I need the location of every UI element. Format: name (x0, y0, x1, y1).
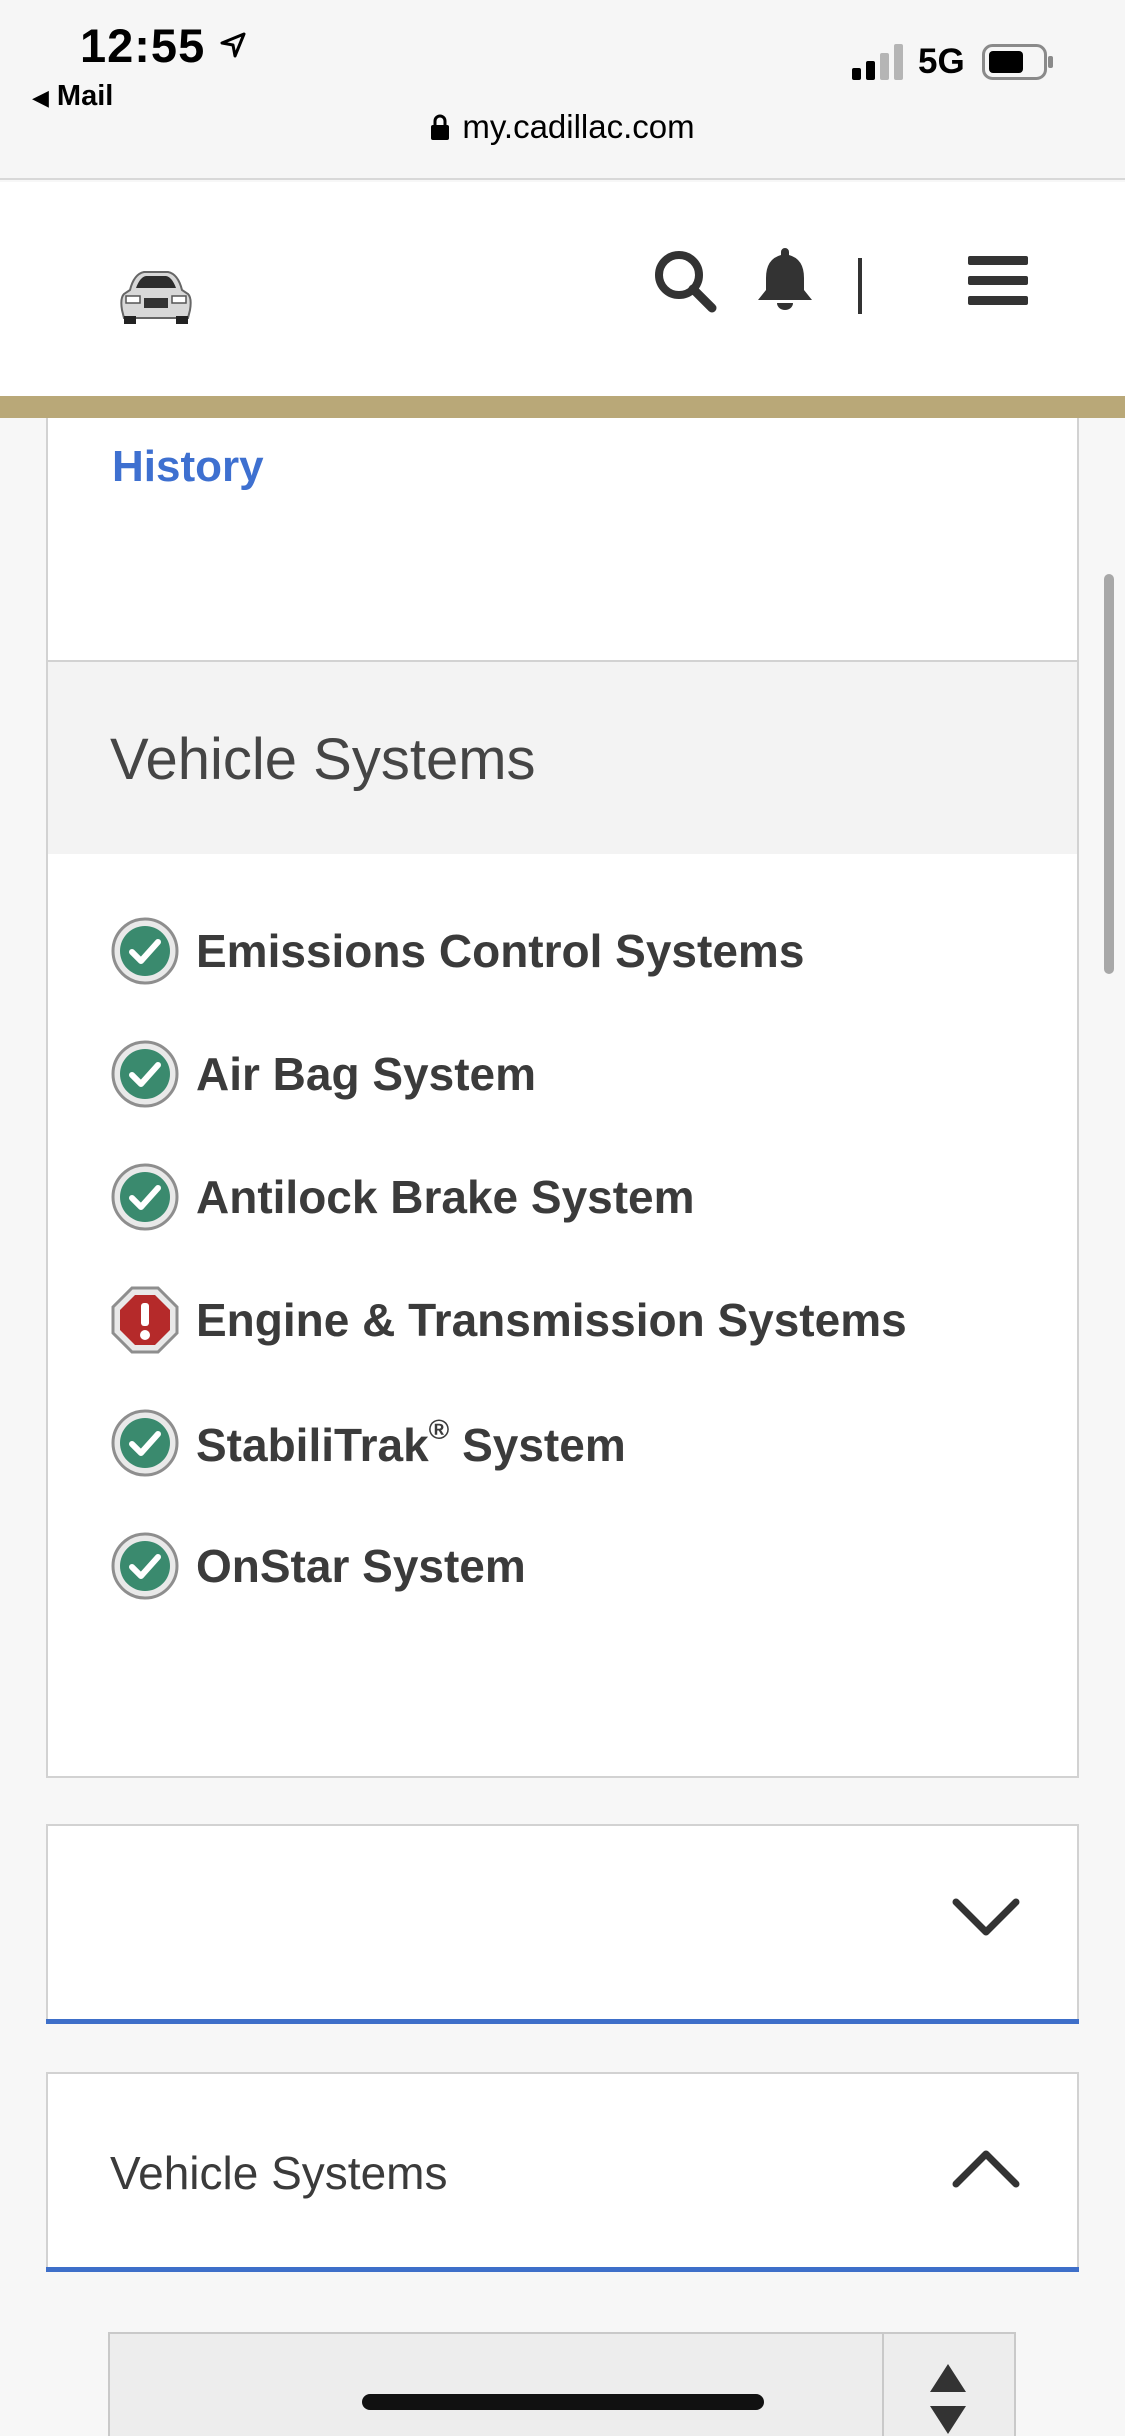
location-arrow-icon (220, 32, 246, 58)
system-label: Emissions Control Systems (196, 925, 805, 977)
system-label-suffix: System (449, 1419, 626, 1471)
check-circle-icon (111, 1532, 179, 1600)
cellular-signal-icon (852, 44, 903, 80)
system-label: Air Bag System (196, 1048, 537, 1100)
collapsed-accordion[interactable] (46, 1824, 1079, 2024)
url-bar[interactable]: my.cadillac.com (0, 108, 1125, 146)
system-label: Antilock Brake System (196, 1171, 695, 1223)
home-indicator[interactable] (362, 2394, 764, 2410)
site-header (0, 182, 1125, 396)
chevron-down-icon[interactable] (952, 1896, 1020, 1938)
url-text: my.cadillac.com (462, 108, 695, 145)
browser-chrome: 12:55 ◀ Mail 5G my.cadillac.com (0, 0, 1125, 180)
system-label: OnStar System (196, 1540, 526, 1592)
page-scrollbar[interactable] (1104, 574, 1114, 974)
header-divider (858, 258, 862, 314)
list-item: Engine & Transmission Systems (110, 1285, 907, 1355)
chevron-up-icon[interactable] (952, 2148, 1020, 2190)
expanded-accordion[interactable]: Vehicle Systems (46, 2072, 1079, 2272)
system-label: StabiliTrak® System (196, 1414, 626, 1472)
network-type: 5G (918, 42, 965, 81)
system-label: Engine & Transmission Systems (196, 1294, 907, 1346)
battery-icon (982, 44, 1053, 80)
search-icon[interactable] (652, 248, 718, 314)
check-circle-icon (111, 917, 179, 985)
system-select[interactable] (108, 2332, 1016, 2436)
history-link[interactable]: History (112, 442, 264, 492)
select-stepper-icon[interactable] (928, 2362, 968, 2436)
hamburger-menu-icon[interactable] (966, 254, 1030, 308)
check-circle-icon (111, 1163, 179, 1231)
system-label-name: StabiliTrak (196, 1419, 429, 1471)
history-card: History (46, 418, 1079, 662)
lock-icon (431, 114, 450, 140)
check-circle-icon (111, 1040, 179, 1108)
list-item: StabiliTrak® System (110, 1408, 626, 1478)
alert-octagon-icon (111, 1286, 179, 1354)
bell-icon[interactable] (756, 246, 814, 310)
expanded-accordion-title: Vehicle Systems (110, 2147, 448, 2199)
list-item: Emissions Control Systems (110, 916, 804, 986)
vehicle-systems-list: Emissions Control Systems Air Bag System… (46, 854, 1079, 1778)
registered-mark: ® (428, 1414, 450, 1445)
list-item: Antilock Brake System (110, 1162, 695, 1232)
accordion-underline (46, 2019, 1079, 2024)
vehicle-systems-title: Vehicle Systems (110, 727, 536, 792)
vehicle-systems-header: Vehicle Systems (46, 660, 1079, 856)
status-time: 12:55 (80, 19, 206, 72)
list-item: OnStar System (110, 1531, 526, 1601)
car-icon[interactable] (116, 264, 196, 326)
select-divider (882, 2334, 884, 2436)
accordion-underline (46, 2267, 1079, 2272)
back-triangle-icon: ◀ (32, 85, 49, 110)
list-item: Air Bag System (110, 1039, 536, 1109)
check-circle-icon (111, 1409, 179, 1477)
header-accent-bar (0, 396, 1125, 418)
